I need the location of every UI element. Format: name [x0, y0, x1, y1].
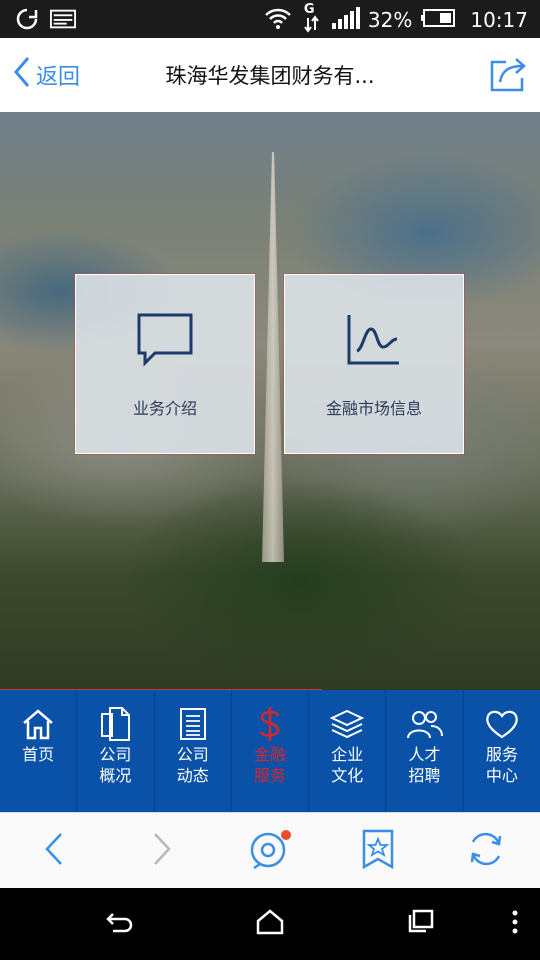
signal-icon [330, 6, 360, 34]
battery-percent: 32% [367, 8, 413, 32]
nav-company-overview[interactable]: 公司 概况 [76, 690, 153, 812]
home-icon [21, 706, 55, 742]
forward-arrow-icon [151, 831, 173, 871]
status-time: 10:17 [470, 8, 528, 32]
recents-icon [406, 909, 434, 939]
dollar-icon [256, 706, 284, 742]
nav-financial-service[interactable]: 金融 服务 [230, 690, 308, 812]
nav-label-2: 招聘 [408, 766, 441, 785]
app-header: 返回 珠海华发集团财务有... [0, 38, 540, 113]
chevron-left-icon [12, 55, 32, 95]
tile-label: 业务介绍 [132, 399, 197, 418]
nav-label-2: 中心 [485, 766, 518, 785]
nav-label-2: 文化 [331, 766, 364, 785]
home-outline-icon [256, 909, 284, 939]
browser-forward-button[interactable] [140, 831, 184, 871]
tile-financial-market[interactable]: 金融市场信息 [284, 274, 464, 454]
browser-chat-button[interactable] [248, 829, 292, 873]
tower-illustration [262, 152, 284, 562]
nav-service-center[interactable]: 服务 中心 [462, 690, 540, 812]
nav-label: 人才 [408, 745, 441, 764]
back-arrow-icon [43, 831, 65, 871]
data-icon: G [300, 2, 322, 34]
back-label: 返回 [36, 65, 81, 90]
heart-icon [485, 706, 519, 742]
nav-label: 公司 [99, 745, 132, 764]
browser-back-button[interactable] [32, 831, 76, 871]
layers-icon [330, 706, 365, 742]
more-vertical-icon [511, 909, 519, 939]
nav-home[interactable]: 首页 [0, 690, 76, 812]
bookmark-star-icon [361, 829, 395, 873]
back-button[interactable]: 返回 [12, 56, 80, 94]
status-bar: G 32% 10:17 [0, 0, 540, 38]
browser-toolbar [0, 812, 540, 889]
system-home-button[interactable] [250, 906, 290, 942]
chat-bubble-icon [137, 313, 193, 371]
share-button[interactable] [488, 56, 528, 94]
chat-icon [248, 829, 292, 873]
refresh-icon [467, 830, 505, 872]
nav-label-2: 动态 [176, 766, 209, 785]
hero-background: 业务介绍 金融市场信息 [0, 112, 540, 690]
nav-label-2: 概况 [99, 766, 132, 785]
browser-refresh-button[interactable] [464, 831, 508, 871]
system-nav-bar [0, 888, 540, 960]
nav-label: 首页 [22, 745, 55, 764]
system-back-button[interactable] [100, 906, 140, 942]
browser-bookmark-button[interactable] [356, 829, 400, 873]
sync-icon [14, 7, 40, 31]
market-chart-icon [347, 313, 401, 371]
tile-label: 金融市场信息 [325, 399, 422, 418]
share-icon [488, 58, 528, 98]
tile-business-intro[interactable]: 业务介绍 [75, 274, 255, 454]
page-title: 珠海华发集团财务有... [165, 64, 375, 88]
documents-icon [98, 706, 132, 742]
nav-talent-recruitment[interactable]: 人才 招聘 [385, 690, 462, 812]
people-icon [406, 706, 444, 742]
nav-company-news[interactable]: 公司 动态 [153, 690, 231, 812]
system-menu-button[interactable] [500, 906, 530, 942]
battery-icon [420, 8, 456, 33]
nav-corporate-culture[interactable]: 企业 文化 [308, 690, 385, 812]
undo-arrow-icon [105, 909, 135, 939]
nav-label: 服务 [485, 745, 518, 764]
news-icon [179, 706, 207, 742]
nav-label: 金融 [253, 745, 286, 764]
system-recents-button[interactable] [400, 906, 440, 942]
photo-icon [50, 7, 76, 31]
nav-label-2: 服务 [253, 766, 286, 785]
nav-label: 公司 [176, 745, 209, 764]
bottom-nav: 首页 公司 概况 公司 动态 金融 服务 企业 文化 人才 招聘 服务 中心 [0, 690, 540, 812]
wifi-icon [264, 7, 292, 34]
nav-label: 企业 [331, 745, 364, 764]
